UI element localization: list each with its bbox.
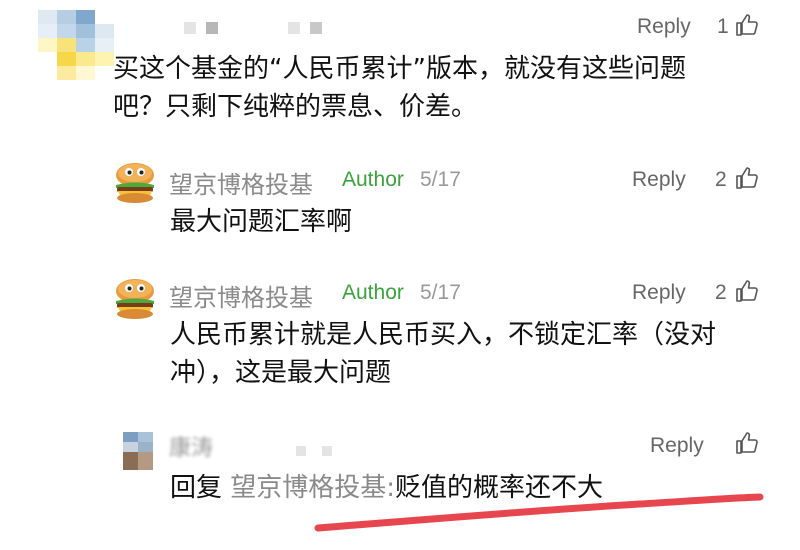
reply-button[interactable]: Reply <box>632 281 686 305</box>
comment-text-line-1: 最大问题汇率啊 <box>170 207 353 237</box>
red-underline-annotation <box>314 493 764 532</box>
author-name[interactable]: 望京博格投基 <box>169 278 313 313</box>
like-count: 2 <box>715 168 727 191</box>
burger-avatar-icon[interactable] <box>113 160 157 204</box>
comment-text-line-1: 买这个基金的“人民币累计”版本，就没有这些问题 <box>113 54 686 84</box>
thumbs-up-icon[interactable] <box>735 13 759 37</box>
comment-text-line-1: 人民币累计就是人民币买入，不锁定汇率（没对 <box>170 320 717 350</box>
reply-button[interactable]: Reply <box>637 15 691 39</box>
thumbs-up-icon[interactable] <box>735 166 759 190</box>
like-count: 2 <box>715 281 727 304</box>
comment-text-line-2: 冲），这是最大问题 <box>170 358 392 388</box>
comment-date: 5/17 <box>420 168 461 191</box>
author-name[interactable]: 康涛 <box>169 430 213 462</box>
reply-prefix: 回复 <box>170 473 223 503</box>
author-badge: Author <box>342 168 404 191</box>
comment-date: 5/17 <box>420 281 461 304</box>
reply-button[interactable]: Reply <box>632 168 686 192</box>
author-name[interactable]: 望京博格投基 <box>169 165 313 200</box>
avatar[interactable] <box>123 432 153 470</box>
reply-button[interactable]: Reply <box>650 434 704 458</box>
comment-text-line-2: 吧？只剩下纯粹的票息、价差。 <box>113 92 478 122</box>
username-redacted <box>296 446 332 456</box>
thumbs-up-icon[interactable] <box>735 279 759 303</box>
like-count: 1 <box>717 15 729 38</box>
avatar[interactable] <box>38 10 114 80</box>
thumbs-up-icon[interactable] <box>735 431 759 455</box>
burger-avatar-icon[interactable] <box>113 276 157 320</box>
username-redacted <box>184 22 322 34</box>
author-badge: Author <box>342 281 404 304</box>
